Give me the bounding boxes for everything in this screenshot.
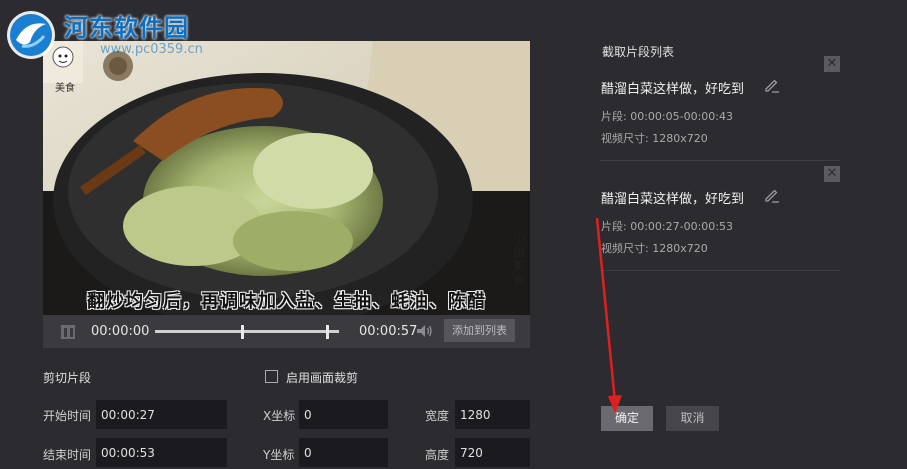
close-icon[interactable]: ✕ — [824, 166, 840, 182]
video-subtitle: 翻炒均匀后，再调味加入盐、生抽、蚝油、陈醋 — [87, 291, 486, 312]
video-signature: 小厨美食 — [513, 231, 526, 287]
current-time: 00:00:00 — [91, 324, 150, 339]
video-frame-image — [43, 41, 530, 315]
volume-icon[interactable] — [415, 322, 433, 340]
clip-end-handle[interactable] — [326, 325, 330, 339]
clip-title: 醋溜白菜这样做，好吃到 — [601, 82, 745, 97]
crop-enable-label: 启用画面裁剪 — [286, 371, 359, 385]
watermark-url: www.pc0359.cn — [100, 42, 203, 57]
cancel-button[interactable]: 取消 — [666, 406, 719, 431]
y-coord-label: Y坐标 — [263, 448, 295, 462]
clip-start-handle[interactable] — [241, 325, 245, 339]
clip-section-title: 剪切片段 — [43, 371, 92, 385]
clip-size: 视频尺寸: 1280x720 — [601, 242, 708, 255]
x-coord-input[interactable] — [299, 400, 388, 429]
end-time-label: 结束时间 — [43, 448, 92, 462]
watermark-logo-icon — [7, 11, 55, 59]
video-preview[interactable]: 美食 小厨美食 翻炒均匀后，再调味加入盐、生抽、蚝油、陈醋 — [43, 41, 530, 315]
site-watermark: 河东软件园 www.pc0359.cn — [4, 6, 204, 66]
end-time-input[interactable] — [96, 438, 227, 467]
x-coord-label: X坐标 — [263, 409, 296, 423]
height-input[interactable] — [455, 438, 530, 467]
clip-segment: 片段: 00:00:27-00:00:53 — [601, 220, 733, 233]
clip-list-title: 截取片段列表 — [602, 45, 675, 59]
pause-button[interactable] — [61, 325, 75, 339]
pause-icon — [63, 327, 67, 337]
confirm-button[interactable]: 确定 — [601, 406, 653, 431]
video-logo-text: 美食 — [55, 83, 75, 94]
height-label: 高度 — [425, 448, 450, 462]
clip-segment: 片段: 00:00:05-00:00:43 — [601, 110, 733, 123]
divider — [600, 270, 840, 271]
edit-pencil-icon[interactable] — [763, 186, 781, 204]
clip-title: 醋溜白菜这样做，好吃到 — [601, 192, 745, 207]
add-to-list-button[interactable]: 添加到列表 — [444, 319, 515, 342]
edit-pencil-icon[interactable] — [763, 76, 781, 94]
timeline-slider[interactable] — [155, 330, 339, 333]
width-label: 宽度 — [425, 409, 450, 423]
crop-enable-checkbox[interactable] — [265, 370, 278, 383]
total-time: 00:00:57 — [359, 324, 418, 339]
close-icon[interactable]: ✕ — [824, 56, 840, 72]
clip-size: 视频尺寸: 1280x720 — [601, 132, 708, 145]
start-time-label: 开始时间 — [43, 409, 92, 423]
start-time-input[interactable] — [96, 400, 227, 429]
watermark-site-name: 河东软件园 — [64, 13, 189, 42]
y-coord-input[interactable] — [299, 438, 388, 467]
width-input[interactable] — [455, 400, 530, 429]
divider — [600, 160, 840, 161]
playback-controls: 00:00:00 00:00:57 添加到列表 — [43, 315, 530, 348]
